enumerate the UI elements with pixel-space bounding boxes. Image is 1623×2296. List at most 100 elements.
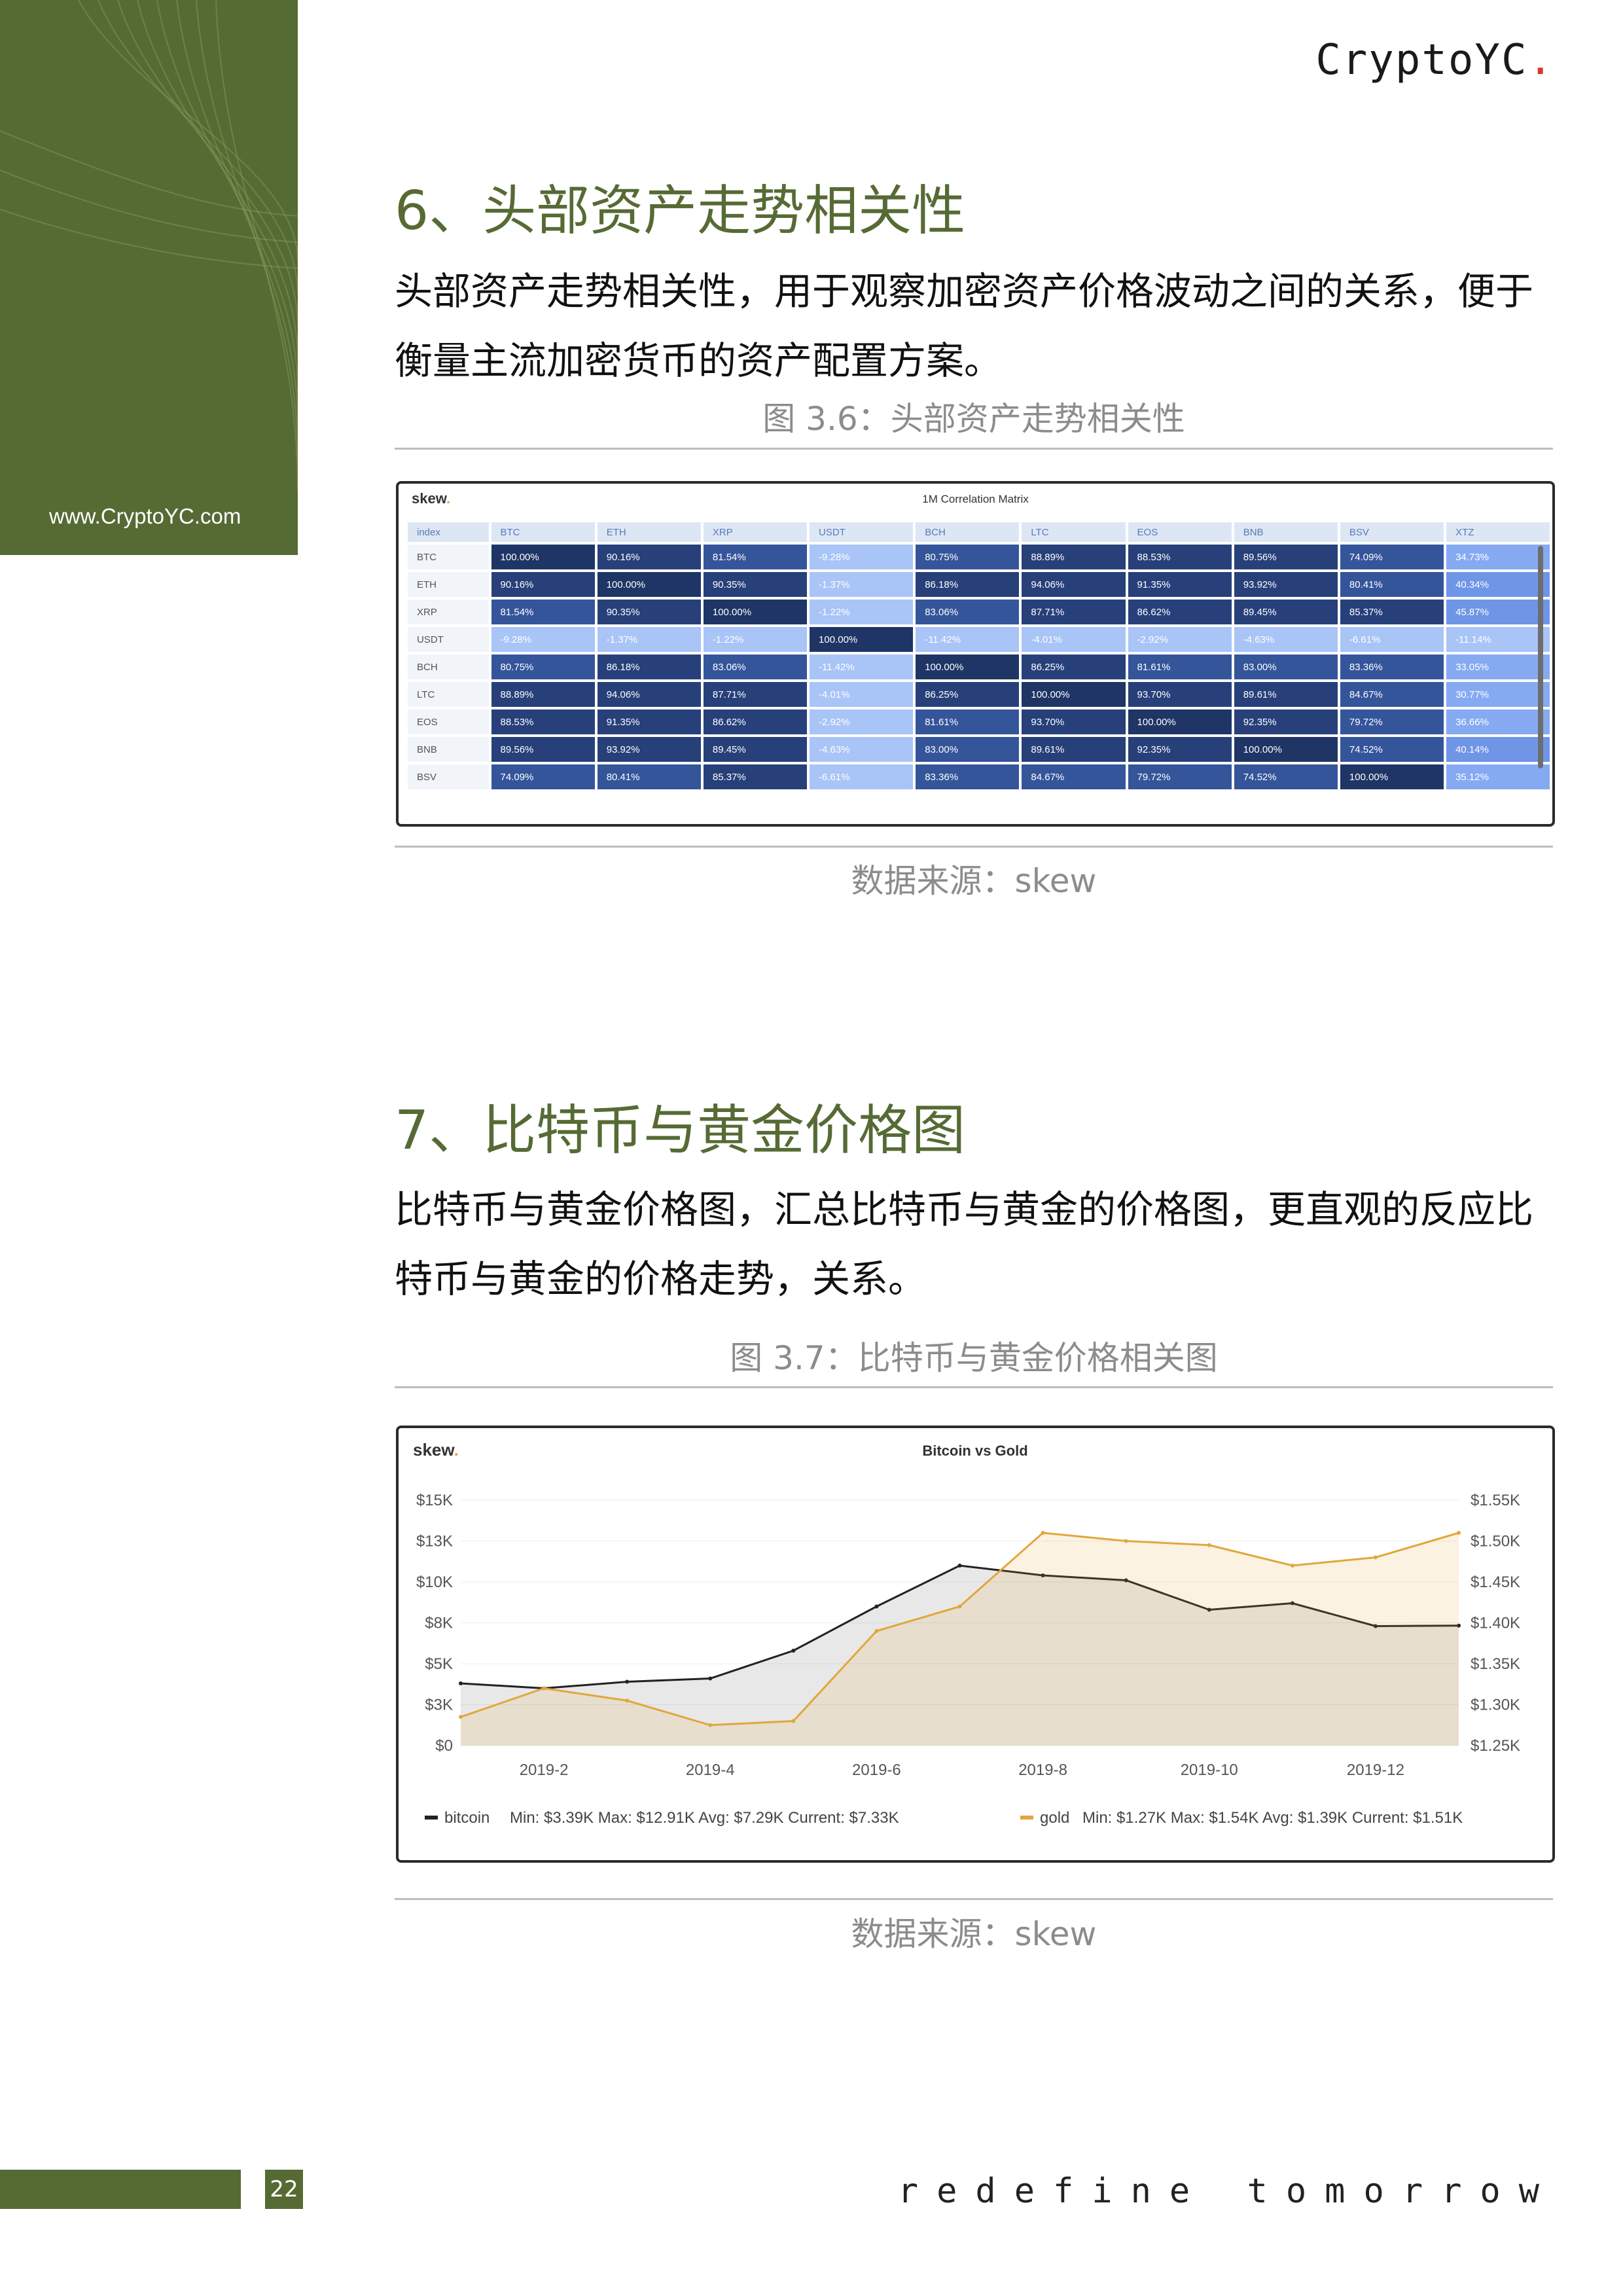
x-tick-label: 2019-10 xyxy=(1181,1761,1238,1779)
section-7-title: 7、比特币与黄金价格图 xyxy=(395,1100,966,1162)
column-header[interactable]: XTZ xyxy=(1446,522,1550,542)
correlation-cell: 81.54% xyxy=(703,545,808,569)
data-point-bitcoin xyxy=(708,1676,713,1681)
correlation-cell: -2.92% xyxy=(810,709,914,734)
data-point-bitcoin xyxy=(957,1564,962,1568)
column-header[interactable]: BTC xyxy=(491,522,595,542)
column-header[interactable]: XRP xyxy=(703,522,808,542)
data-point-gold xyxy=(1207,1543,1211,1547)
correlation-cell: 34.73% xyxy=(1446,545,1550,569)
correlation-cell: 86.18% xyxy=(597,655,701,679)
correlation-table: index BTC ETH XRP USDT BCH LTC EOS BNB BSV XTZ BTC… xyxy=(405,520,1552,792)
figure-3-7-caption: 图 3.7：比特币与黄金价格相关图 xyxy=(730,1339,1218,1377)
correlation-cell: 94.06% xyxy=(1022,572,1126,597)
correlation-matrix-figure: skew. 1M Correlation Matrix index BTC ETH X… xyxy=(396,481,1555,827)
correlation-cell: -1.22% xyxy=(810,600,914,624)
correlation-cell: 87.71% xyxy=(703,682,808,707)
correlation-cell: 100.00% xyxy=(491,545,595,569)
data-point-gold xyxy=(1373,1555,1378,1560)
skew-logo-dot: . xyxy=(454,1440,459,1460)
skew-logo-text: skew xyxy=(413,1440,455,1460)
correlation-cell: 93.92% xyxy=(1234,572,1338,597)
legend-series-name: bitcoin xyxy=(444,1809,490,1827)
column-header[interactable]: index xyxy=(408,522,489,542)
correlation-cell: 100.00% xyxy=(703,600,808,624)
correlation-cell: 83.06% xyxy=(703,655,808,679)
y-right-tick-label: $1.55K xyxy=(1471,1492,1520,1509)
data-point-bitcoin xyxy=(625,1679,630,1684)
row-label: BTC xyxy=(408,545,489,569)
data-point-gold xyxy=(1290,1564,1294,1568)
data-point-gold xyxy=(874,1629,879,1633)
y-right-tick-label: $1.25K xyxy=(1471,1737,1520,1755)
correlation-cell: 81.61% xyxy=(1128,655,1232,679)
data-point-bitcoin xyxy=(459,1681,463,1685)
correlation-cell: 93.70% xyxy=(1022,709,1126,734)
page-number: 22 xyxy=(265,2170,303,2209)
column-header[interactable]: BSV xyxy=(1340,522,1444,542)
column-header[interactable]: LTC xyxy=(1022,522,1126,542)
table-row: ETH 90.16% 100.00% 90.35% -1.37% 86.18% 94.06%… xyxy=(408,572,1550,597)
correlation-cell: -4.01% xyxy=(1022,627,1126,652)
correlation-cell: 81.54% xyxy=(491,600,595,624)
correlation-cell: 91.35% xyxy=(1128,572,1232,597)
correlation-cell: -11.14% xyxy=(1446,627,1550,652)
matrix-title: 1M Correlation Matrix xyxy=(922,493,1029,505)
section-7-paragraph: 比特币与黄金价格图，汇总比特币与黄金的价格图，更直观的反应比特币与黄金的价格走势… xyxy=(395,1187,1534,1301)
correlation-cell: 86.25% xyxy=(916,682,1020,707)
y-left-tick-label: $13K xyxy=(416,1533,453,1551)
divider xyxy=(395,1386,1553,1388)
divider xyxy=(395,1898,1553,1900)
correlation-cell: 79.72% xyxy=(1128,764,1232,789)
correlation-cell: 90.16% xyxy=(491,572,595,597)
brand-logo: CryptoYC. xyxy=(1315,36,1554,84)
correlation-cell: 40.14% xyxy=(1446,737,1550,762)
correlation-cell: 84.67% xyxy=(1022,764,1126,789)
divider xyxy=(395,448,1553,450)
column-header[interactable]: EOS xyxy=(1128,522,1232,542)
divider xyxy=(395,846,1553,848)
correlation-cell: 88.53% xyxy=(491,709,595,734)
scrollbar[interactable] xyxy=(1538,546,1543,768)
correlation-cell: 83.36% xyxy=(916,764,1020,789)
data-point-gold xyxy=(708,1723,713,1727)
correlation-cell: 90.35% xyxy=(703,572,808,597)
correlation-cell: 89.56% xyxy=(1234,545,1338,569)
correlation-cell: 89.45% xyxy=(1234,600,1338,624)
correlation-cell: 88.89% xyxy=(491,682,595,707)
row-label: BCH xyxy=(408,655,489,679)
correlation-cell: 93.70% xyxy=(1128,682,1232,707)
data-point-gold xyxy=(1457,1531,1461,1535)
table-body: BTC 100.00% 90.16% 81.54% -9.28% 80.75% 88.89%… xyxy=(408,545,1550,789)
row-label: EOS xyxy=(408,709,489,734)
table-header-row: index BTC ETH XRP USDT BCH LTC EOS BNB BSV XTZ xyxy=(408,522,1550,542)
correlation-cell: 74.09% xyxy=(491,764,595,789)
column-header[interactable]: ETH xyxy=(597,522,701,542)
section-6-paragraph: 头部资产走势相关性，用于观察加密资产价格波动之间的关系，便于衡量主流加密货币的资… xyxy=(395,269,1534,383)
skew-logo: skew. xyxy=(413,1440,459,1460)
brand-dot: . xyxy=(1527,36,1554,84)
y-right-tick-label: $1.40K xyxy=(1471,1615,1520,1632)
correlation-cell: 92.35% xyxy=(1234,709,1338,734)
sidebar-banner: www.CryptoYC.com xyxy=(0,0,298,555)
figure-3-6-caption: 图 3.6：头部资产走势相关性 xyxy=(762,400,1185,438)
correlation-cell: 74.09% xyxy=(1340,545,1444,569)
correlation-cell: 93.92% xyxy=(597,737,701,762)
figure-3-6-source: 数据来源：skew xyxy=(851,862,1097,900)
column-header[interactable]: BCH xyxy=(916,522,1020,542)
correlation-cell: 40.34% xyxy=(1446,572,1550,597)
website-url[interactable]: www.CryptoYC.com xyxy=(49,504,241,529)
correlation-cell: -1.37% xyxy=(810,572,914,597)
data-point-gold xyxy=(957,1604,962,1609)
x-tick-label: 2019-2 xyxy=(520,1761,569,1779)
legend-series-name: gold xyxy=(1040,1809,1069,1827)
row-label: ETH xyxy=(408,572,489,597)
correlation-cell: 92.35% xyxy=(1128,737,1232,762)
column-header[interactable]: USDT xyxy=(810,522,914,542)
correlation-cell: 86.62% xyxy=(1128,600,1232,624)
correlation-cell: 33.05% xyxy=(1446,655,1550,679)
data-point-gold xyxy=(625,1698,630,1703)
column-header[interactable]: BNB xyxy=(1234,522,1338,542)
correlation-cell: -11.42% xyxy=(810,655,914,679)
correlation-cell: -4.63% xyxy=(1234,627,1338,652)
